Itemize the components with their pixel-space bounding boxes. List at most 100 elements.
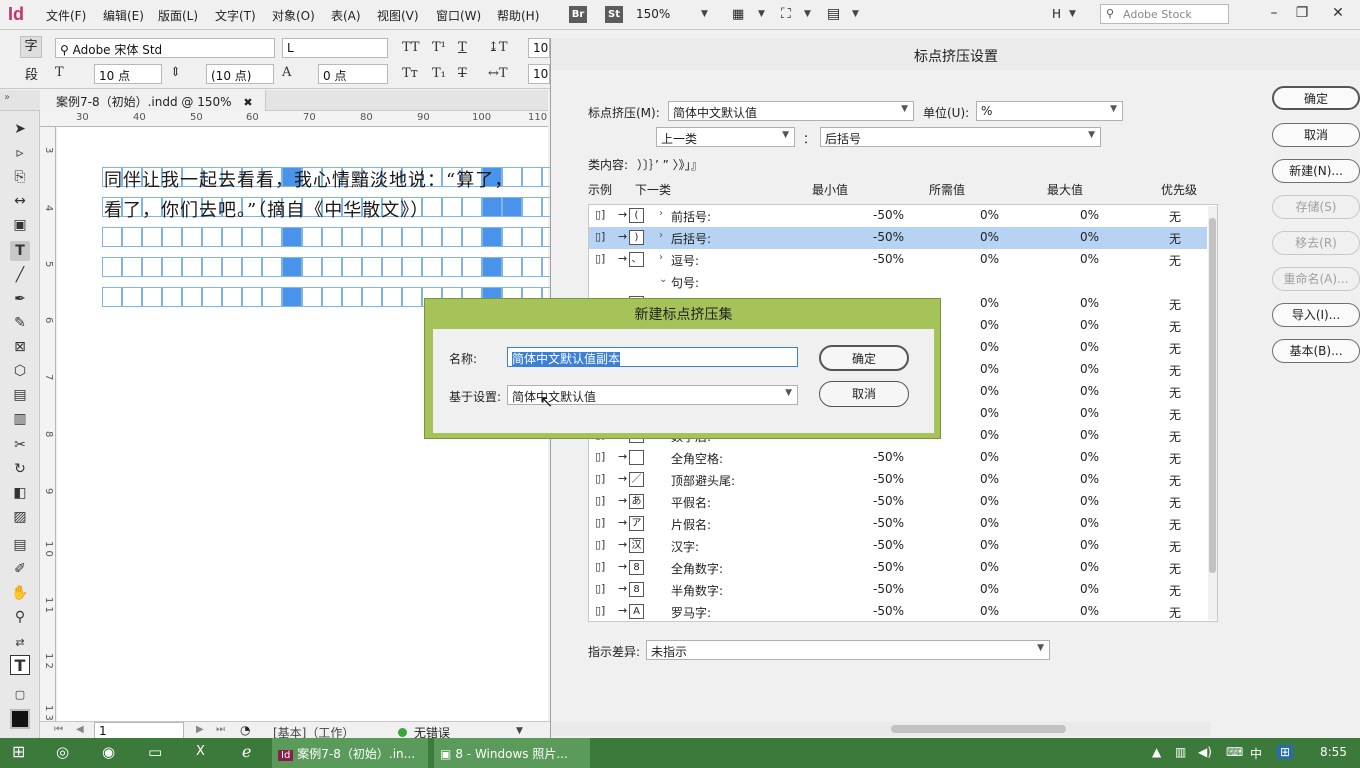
priority-value[interactable]: 无 [1169,450,1181,467]
max-value[interactable]: 0% [1049,384,1099,398]
expand-toggle-icon[interactable]: › [659,208,663,219]
max-value[interactable]: 0% [1049,428,1099,442]
cancel-button[interactable]: 取消 [1272,123,1360,147]
name-input[interactable]: 简体中文默认值副本 [507,347,798,367]
table-row[interactable]: ▯] →(› 前括号: -50% 0% 0% 无 [589,205,1207,227]
priority-value[interactable]: 无 [1169,340,1181,357]
gap-tool-icon[interactable]: ↔ [10,191,30,211]
horizontal-scale-field[interactable]: 100 [528,64,550,84]
chevron-down-icon[interactable]: ▼ [1069,9,1076,19]
menu-object[interactable]: 对象(O) [272,7,315,24]
first-page-icon[interactable]: ⏮ [54,724,63,735]
screen-mode-icon[interactable]: ⛶ [781,6,791,22]
table-row[interactable]: ▯] → 汉 汉字: -50% 0% 0% 无 [589,535,1207,557]
priority-value[interactable]: 无 [1169,516,1181,533]
windows-start-icon[interactable]: ⊞ [6,738,31,768]
paragraph-controls-tab[interactable]: 段 [25,64,38,83]
class-select[interactable]: 后括号 ▼ [820,127,1101,147]
note-tool-icon[interactable]: ▤ [10,535,30,555]
formatting-text-icon[interactable]: T [10,655,30,675]
table-row[interactable]: ▯] →、 › 逗号: -50% 0% 0% 无 [589,249,1207,271]
priority-value[interactable]: 无 [1169,252,1181,269]
close-icon[interactable]: ✖ [243,96,252,109]
internet-explorer-icon[interactable]: ℯ [236,738,257,768]
priority-value[interactable]: 无 [1169,472,1181,489]
min-value[interactable]: -50% [844,472,904,486]
table-scrollbar-thumb[interactable] [1209,218,1216,573]
max-value[interactable]: 0% [1049,604,1099,618]
expand-toggle-icon[interactable]: › [659,230,663,241]
max-value[interactable]: 0% [1049,560,1099,574]
excel-icon[interactable]: X [190,738,211,768]
priority-value[interactable]: 无 [1169,384,1181,401]
bridge-icon[interactable]: Br [569,6,587,23]
apply-color-icon[interactable]: ▢ T [10,685,30,721]
menu-edit[interactable]: 编辑(E) [103,7,144,24]
view-options-icon[interactable]: ▦ [732,7,744,22]
priority-value[interactable]: 无 [1169,318,1181,335]
min-value[interactable]: -50% [844,538,904,552]
priority-value[interactable]: 无 [1169,296,1181,313]
basic-button[interactable]: 基本(B)... [1272,339,1360,363]
priority-value[interactable]: 无 [1169,582,1181,599]
minimize-icon[interactable]: – [1262,2,1286,24]
page-tool-icon[interactable]: ⎘ [10,167,30,187]
font-style-field[interactable]: L [282,38,388,58]
normal-mode-icon[interactable] [10,709,30,729]
scissors-tool-icon[interactable]: ✂ [10,435,30,455]
hand-tool-icon[interactable]: ✋ [10,583,30,603]
desired-value[interactable]: 0% [949,384,999,398]
arrange-documents-icon[interactable]: ▤ [827,6,840,22]
dialog-cancel-button[interactable]: 取消 [819,381,909,407]
desired-value[interactable]: 0% [949,296,999,310]
desired-value[interactable]: 0% [949,472,999,486]
ime-indicator[interactable]: 中 [1250,745,1262,762]
taskbar-indesign[interactable]: Id 案例7-8（初始）.in... [272,738,428,768]
desired-value[interactable]: 0% [949,538,999,552]
min-value[interactable]: -50% [844,582,904,596]
max-value[interactable]: 0% [1049,340,1099,354]
indicate-select[interactable]: 未指示 ▼ [646,640,1050,660]
table-tool-icon[interactable]: ▤ [10,385,30,405]
taskbar-photos[interactable]: ▣ 8 - Windows 照片... [434,738,590,768]
min-value[interactable]: -50% [844,560,904,574]
horizontal-scrollbar-thumb[interactable] [891,725,1066,733]
min-value[interactable]: -50% [844,450,904,464]
selection-tool-icon[interactable]: ➤ [10,119,30,139]
gradient-feather-tool-icon[interactable]: ▨ [10,507,30,527]
last-page-icon[interactable]: ⏭ [216,724,225,735]
chevron-down-icon[interactable]: ▼ [516,726,523,736]
zoom-level[interactable]: 150% [636,7,670,21]
priority-value[interactable]: 无 [1169,406,1181,423]
ime-mode-icon[interactable]: ⊞ [1277,745,1294,759]
adobe-stock-search[interactable]: ⚲ Adobe Stock [1100,4,1229,24]
desired-value[interactable]: 0% [949,208,999,222]
swap-colors-icon[interactable]: ⇄ [10,633,30,653]
free-transform-tool-icon[interactable]: ↻ [10,459,30,479]
desired-value[interactable]: 0% [949,252,999,266]
min-value[interactable]: -50% [844,252,904,266]
mojikumi-select[interactable]: 简体中文默认值 ▼ [668,101,914,121]
preflight-icon[interactable]: ◔ [240,723,250,737]
max-value[interactable]: 0% [1049,296,1099,310]
chevron-down-icon[interactable]: ▼ [758,9,765,19]
content-collector-icon[interactable]: ▣ [10,215,30,235]
max-value[interactable]: 0% [1049,230,1099,244]
table-row[interactable]: ▯] →) › 后括号: -50% 0% 0% 无 [589,227,1207,249]
remove-button[interactable]: 移去(R) [1272,231,1360,255]
chevron-down-icon[interactable]: ▼ [701,9,708,19]
table-row[interactable]: ▯] → 8 全角数字: -50% 0% 0% 无 [589,557,1207,579]
grid-tool-icon[interactable]: ▥ [10,409,30,429]
rename-button[interactable]: 重命名(A)... [1272,267,1360,291]
table-row[interactable]: ▯] → ア 片假名: -50% 0% 0% 无 [589,513,1207,535]
page-number-field[interactable]: 1 [94,722,184,739]
input-method-icon[interactable]: ⌨ [1226,745,1243,759]
priority-value[interactable]: 无 [1169,428,1181,445]
priority-value[interactable]: 无 [1169,604,1181,621]
table-row[interactable]: ▯] → 8 半角数字: -50% 0% 0% 无 [589,579,1207,601]
eyedropper-tool-icon[interactable]: ✐ [10,559,30,579]
import-button[interactable]: 导入(I)... [1272,303,1360,327]
font-family-field[interactable]: ⚲ Adobe 宋体 Std [55,38,275,58]
small-caps-icon[interactable]: Tт [402,66,418,81]
stock-icon[interactable]: St [605,6,623,23]
